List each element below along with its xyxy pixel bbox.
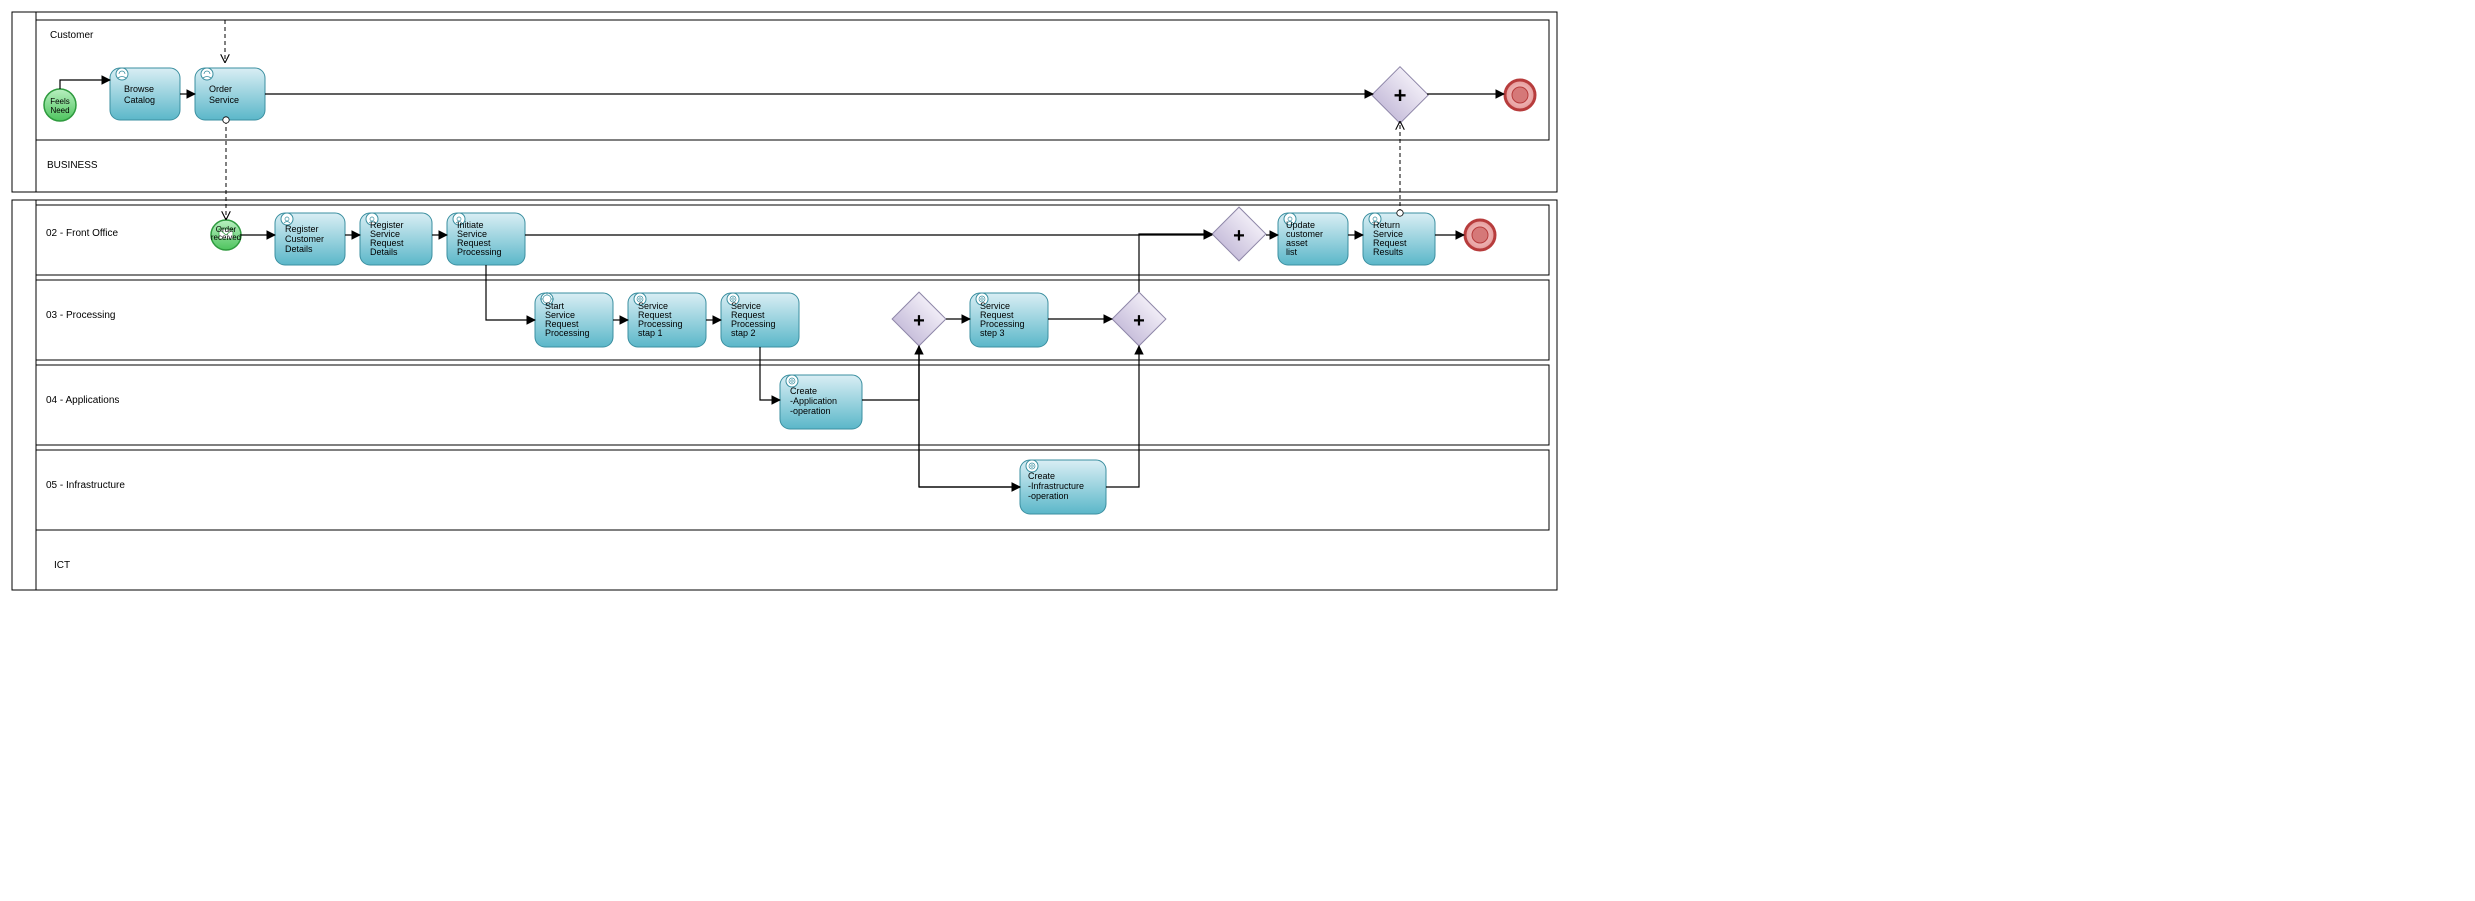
task-service-request-processing-step1: ServiceRequestProcessingstap 1 Service R… [628,293,706,347]
gateway-processing-split: + [892,292,946,346]
task-start-service-request-processing: StartServiceRequestProcessing Start Serv… [535,292,613,347]
svg-text:+: + [1394,83,1407,108]
task-create-infrastructure-operation: Create-Infrastructure-operation Create -… [1020,460,1106,514]
task-create-application-operation: Create-Application-operation Create -App… [780,375,862,429]
sequence-flows-2 [1139,234,1212,292]
svg-text:FeelsNeed: FeelsNeed [50,97,70,115]
svg-text:+: + [1233,225,1245,247]
start-event-order-received: Order received Orderreceived [211,220,241,250]
gateway-front-office-join: + [1212,207,1266,261]
bpmn-diagram: Customer BUSINESS 02 - Front Office 03 -… [0,0,2475,901]
sequence-flows [60,80,1504,487]
end-event-front-office [1465,220,1495,250]
lane-customer-label: Customer [50,30,94,41]
task-service-request-processing-step3: ServiceRequestProcessingstep 3 Service R… [970,293,1048,347]
start-event-feels-need: FeelsNeed Feels Need [44,89,76,121]
svg-text:BrowseCatalog: BrowseCatalog [124,84,155,105]
end-event-customer [1505,80,1535,110]
pool-ict-label: ICT [54,560,70,571]
pool-business-label: BUSINESS [47,160,98,171]
flow-split-to-infra [919,346,1020,487]
lane-applications-label: 04 - Applications [46,395,119,406]
lane-processing-label: 03 - Processing [46,310,115,321]
task-browse-catalog: BrowseCatalog Browse Catalog [110,68,180,120]
gateway-processing-join: + [1112,292,1166,346]
svg-text:+: + [913,310,925,332]
lane-front-office-label: 02 - Front Office [46,228,119,239]
gateway-customer-join: + [1372,67,1429,124]
svg-text:+: + [1133,310,1145,332]
task-service-request-processing-step2: ServiceRequestProcessingstap 2 Service R… [721,293,799,347]
lane-infrastructure-label: 05 - Infrastructure [46,480,125,491]
task-order-service: OrderService Order Service [195,68,265,120]
